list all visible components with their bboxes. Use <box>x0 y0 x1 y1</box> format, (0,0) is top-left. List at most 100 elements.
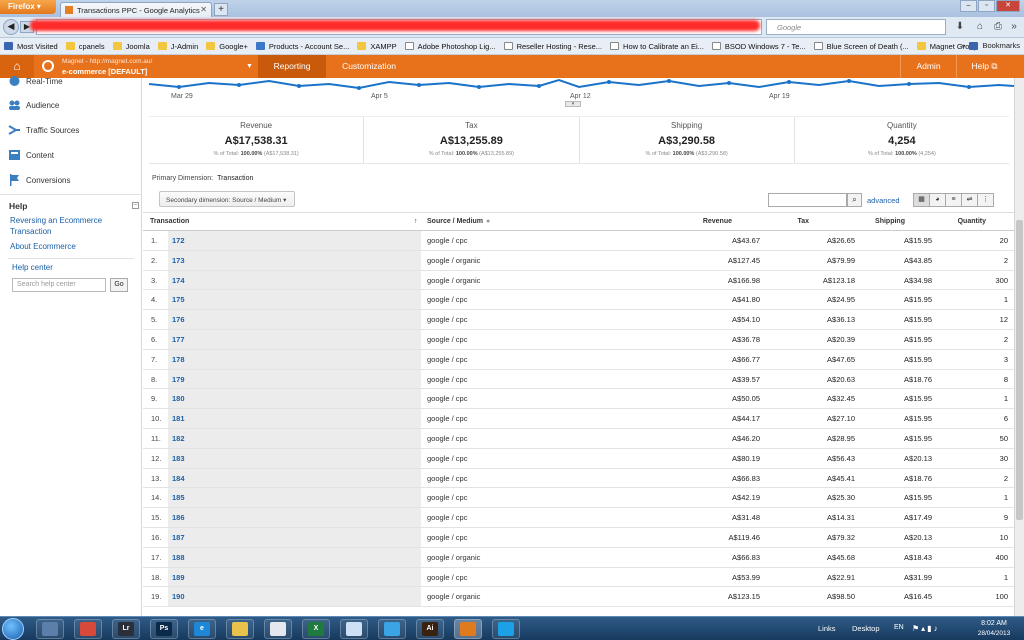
transaction-id-link[interactable]: 185 <box>172 493 185 502</box>
sidebar-item-conversions[interactable]: Conversions <box>0 170 142 190</box>
sidebar-item-content[interactable]: Content <box>0 145 142 165</box>
tab-reporting[interactable]: Reporting <box>258 55 326 78</box>
sidebar-item-traffic-sources[interactable]: Traffic Sources <box>0 120 142 140</box>
scrollbar-thumb[interactable] <box>1016 220 1023 520</box>
bookmark-most-visited[interactable]: Most Visited <box>4 42 58 51</box>
transaction-id-link[interactable]: 172 <box>172 236 185 245</box>
download-icon[interactable]: ⬇ <box>954 21 966 33</box>
col-source-medium[interactable]: Source / Medium <box>427 218 483 225</box>
comparison-view-icon[interactable]: ⇌ <box>961 193 978 207</box>
col-quantity[interactable]: Quantity <box>958 218 986 225</box>
col-tax[interactable]: Tax <box>797 218 809 225</box>
transaction-id-link[interactable]: 181 <box>172 414 185 423</box>
menu-icon[interactable]: » <box>1008 21 1020 33</box>
transaction-id-link[interactable]: 180 <box>172 394 185 403</box>
start-button[interactable] <box>2 618 24 640</box>
bookmarks-menu[interactable]: » Bookmarks <box>961 41 1020 50</box>
sidebar-item-audience[interactable]: Audience <box>0 95 142 115</box>
transaction-id-link[interactable]: 173 <box>172 256 185 265</box>
help-link-reversing[interactable]: Reversing an Ecommerce <box>10 216 102 225</box>
back-icon[interactable]: ◀ <box>3 19 19 35</box>
taskbar-file-explorer[interactable] <box>226 619 254 639</box>
maximize-icon[interactable]: ▫ <box>978 0 995 12</box>
bookmark-xampp[interactable]: XAMPP <box>357 42 397 51</box>
transaction-id-link[interactable]: 176 <box>172 315 185 324</box>
info-icon[interactable]: ● <box>486 218 490 225</box>
col-shipping[interactable]: Shipping <box>875 218 905 225</box>
bookmark-photoshop[interactable]: Adobe Photoshop Lig... <box>404 42 496 51</box>
close-window-icon[interactable]: ✕ <box>996 0 1020 12</box>
tab-customization[interactable]: Customization <box>334 55 404 78</box>
bookmark-cpanels[interactable]: cpanels <box>65 42 105 51</box>
sidebar-item-real-time[interactable]: Real-Time <box>0 71 142 91</box>
help-center-link[interactable]: Help center <box>12 263 53 272</box>
sort-arrow-icon[interactable]: ↑ <box>414 218 418 225</box>
table-view-icon[interactable]: ▦ <box>913 193 930 207</box>
pivot-view-icon[interactable]: ⋮ <box>977 193 994 207</box>
taskbar-media-player[interactable] <box>264 619 292 639</box>
transaction-id-link[interactable]: 177 <box>172 335 185 344</box>
primary-dimension-value[interactable]: Transaction <box>217 175 253 182</box>
taskbar-explorer-window[interactable] <box>36 619 64 639</box>
bookmark-bsod[interactable]: BSOD Windows 7 - Te... <box>711 42 806 51</box>
search-input[interactable]: Google <box>766 19 946 35</box>
taskbar-illustrator[interactable]: Ai <box>416 619 444 639</box>
print-icon[interactable]: ⎙ <box>992 21 1004 33</box>
performance-view-icon[interactable]: ≡ <box>945 193 962 207</box>
taskbar-lightroom[interactable]: Lr <box>112 619 140 639</box>
clock-time[interactable]: 8:02 AM <box>976 620 1012 627</box>
col-revenue[interactable]: Revenue <box>703 218 732 225</box>
bookmark-blue-screen[interactable]: Blue Screen of Death (... <box>813 42 909 51</box>
taskbar-excel[interactable]: X <box>302 619 330 639</box>
system-tray-icons[interactable]: ⚑▴▮♪ <box>912 624 940 633</box>
transaction-id-link[interactable]: 178 <box>172 355 185 364</box>
table-filter-input[interactable] <box>768 193 847 207</box>
account-url[interactable]: Magnet - http://magnet.com.au/ <box>62 58 152 65</box>
transaction-id-link[interactable]: 184 <box>172 474 185 483</box>
transaction-id-link[interactable]: 183 <box>172 454 185 463</box>
transaction-id-link[interactable]: 189 <box>172 573 185 582</box>
search-icon[interactable]: ⌕ <box>847 193 862 207</box>
bookmark-google-plus[interactable]: Google+ <box>206 42 248 51</box>
taskbar-firefox[interactable] <box>454 619 482 639</box>
firefox-menu-button[interactable]: Firefox ▾ <box>0 0 56 14</box>
admin-link[interactable]: Admin <box>900 55 956 78</box>
taskbar-twitter[interactable] <box>378 619 406 639</box>
transaction-id-link[interactable]: 190 <box>172 592 185 601</box>
taskbar-photoshop[interactable]: Ps <box>150 619 178 639</box>
language-indicator[interactable]: EN <box>894 624 904 631</box>
pie-view-icon[interactable]: ◕ <box>929 193 946 207</box>
col-transaction[interactable]: Transaction <box>150 218 189 225</box>
transaction-id-link[interactable]: 179 <box>172 375 185 384</box>
help-search-input[interactable]: Search help center <box>12 278 106 292</box>
help-link[interactable]: Help ⧉ <box>956 55 1012 78</box>
transaction-id-link[interactable]: 188 <box>172 553 185 562</box>
bookmark-j-admin[interactable]: J-Admin <box>157 42 198 51</box>
help-link-about-ecommerce[interactable]: About Ecommerce <box>10 242 76 251</box>
links-toolbar[interactable]: Links <box>818 624 836 633</box>
transaction-id-link[interactable]: 186 <box>172 513 185 522</box>
transaction-id-link[interactable]: 174 <box>172 276 185 285</box>
chart-resize-handle[interactable]: ▾ <box>565 101 581 107</box>
taskbar-chrome[interactable] <box>74 619 102 639</box>
transaction-id-link[interactable]: 187 <box>172 533 185 542</box>
bookmark-calibrate[interactable]: How to Calibrate an Ei... <box>610 42 704 51</box>
bookmark-products[interactable]: Products - Account Se... <box>255 42 349 51</box>
taskbar-internet-explorer[interactable]: e <box>188 619 216 639</box>
chevron-down-icon[interactable]: ▼ <box>246 63 253 70</box>
bookmark-reseller[interactable]: Reseller Hosting - Rese... <box>503 42 602 51</box>
transaction-id-link[interactable]: 182 <box>172 434 185 443</box>
taskbar-notepad[interactable] <box>340 619 368 639</box>
home-icon[interactable]: ⌂ <box>974 21 986 33</box>
new-tab-button[interactable]: + <box>214 3 228 16</box>
close-tab-icon[interactable]: ✕ <box>200 5 207 14</box>
desktop-toolbar[interactable]: Desktop <box>852 624 880 633</box>
secondary-dimension-dropdown[interactable]: Secondary dimension: Source / Medium ▾ <box>159 191 295 207</box>
tab-transactions-ppc[interactable]: Transactions PPC - Google Analytics ✕ <box>60 2 212 17</box>
bookmark-joomla[interactable]: Joomla <box>112 42 150 51</box>
minimize-icon[interactable]: – <box>960 0 977 12</box>
transaction-id-link[interactable]: 175 <box>172 295 185 304</box>
help-go-button[interactable]: Go <box>110 278 128 292</box>
taskbar-skype[interactable] <box>492 619 520 639</box>
advanced-filter-link[interactable]: advanced <box>867 196 900 205</box>
